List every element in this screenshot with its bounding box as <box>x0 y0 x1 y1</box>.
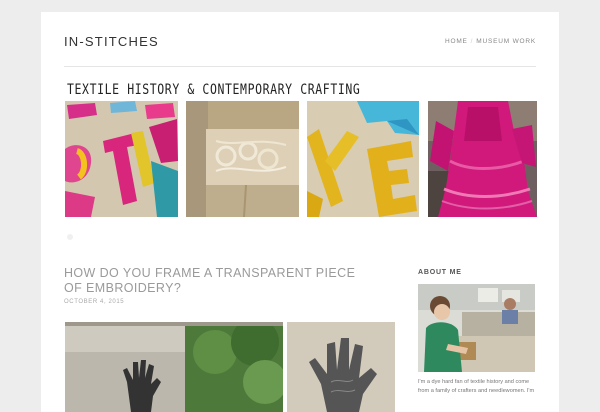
nav-item-home[interactable]: HOME <box>445 38 468 45</box>
banner-title: TEXTILE HISTORY & CONTEMPORARY CRAFTING <box>67 80 361 98</box>
site-header: IN-STITCHES HOME / MUSEUM WORK <box>64 34 536 66</box>
post-featured-images <box>65 322 395 412</box>
yellow-letter-embroidery-image[interactable] <box>307 101 419 217</box>
site-title[interactable]: IN-STITCHES <box>64 34 159 49</box>
whitework-embroidery-image[interactable] <box>186 101 299 217</box>
page-card: IN-STITCHES HOME / MUSEUM WORK TEXTILE HIS… <box>41 12 559 412</box>
nav-separator: / <box>470 38 474 45</box>
main-nav: HOME / MUSEUM WORK <box>445 38 536 45</box>
hand-embroidery-closeup-image[interactable] <box>287 322 395 412</box>
post-date[interactable]: OCTOBER 4, 2015 <box>64 299 124 305</box>
about-me-heading: ABOUT ME <box>418 269 462 276</box>
header-divider <box>64 66 536 67</box>
embroidered-letters-image[interactable] <box>65 101 178 217</box>
nav-item-museum-work[interactable]: MUSEUM WORK <box>476 38 536 45</box>
slider-dot-icon[interactable] <box>67 234 73 240</box>
about-me-text: I'm a dye hard fan of textile history an… <box>418 379 535 394</box>
about-me-photo <box>418 284 535 372</box>
sidebar: ABOUT ME I'm a dye hard fan of textile h… <box>418 269 536 394</box>
framed-hand-embroidery-image[interactable] <box>65 322 283 412</box>
post-title[interactable]: HOW DO YOU FRAME A TRANSPARENT PIECE OF … <box>64 266 364 296</box>
banner-image-strip[interactable] <box>65 101 537 217</box>
pink-victorian-dress-image[interactable] <box>428 101 537 217</box>
